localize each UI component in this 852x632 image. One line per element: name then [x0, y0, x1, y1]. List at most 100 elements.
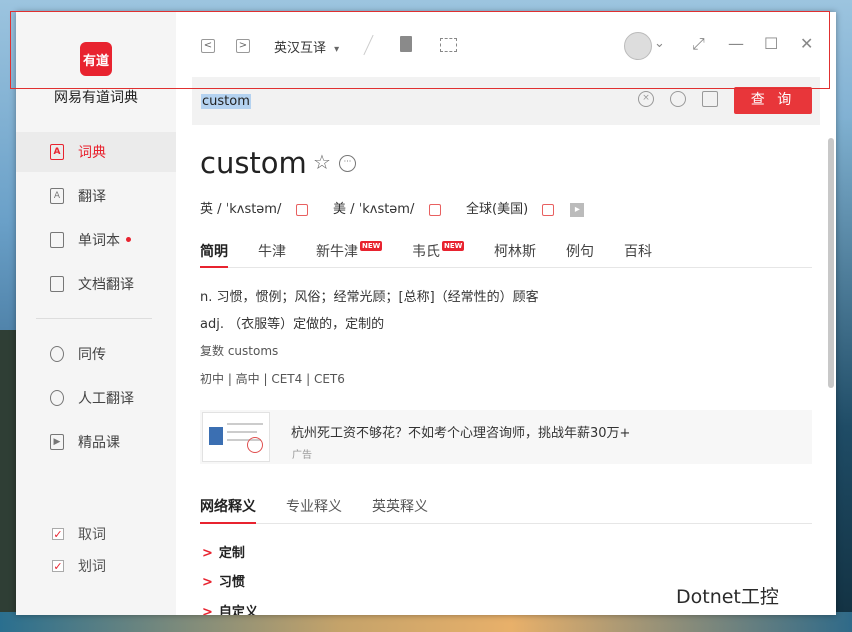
star-icon[interactable]: ☆: [313, 150, 331, 174]
tab-professional-definitions[interactable]: 专业释义: [286, 496, 342, 516]
speaker-icon[interactable]: [428, 203, 441, 216]
scrollbar[interactable]: [828, 138, 834, 388]
checkbox-check-icon: ✓: [52, 528, 64, 541]
restore-icon[interactable]: ⤢: [692, 34, 705, 54]
sidebar-item-human-translate[interactable]: 人工翻译: [16, 378, 176, 418]
sidebar-item-dictionary[interactable]: A 词典: [16, 132, 176, 172]
clear-icon[interactable]: ×: [638, 91, 654, 107]
sidebar-item-label: 同传: [78, 347, 106, 363]
phonetic-uk: 英 / ˈkʌstəm/: [200, 198, 308, 217]
checkbox-check-icon: ✓: [52, 560, 64, 573]
document-icon: [50, 276, 64, 292]
search-input[interactable]: custom: [201, 94, 251, 109]
chevron-down-icon: ▾: [334, 44, 340, 55]
notification-dot: [126, 237, 131, 242]
tab-label: 韦氏: [412, 244, 440, 260]
screenshot-icon[interactable]: [440, 38, 457, 52]
dictionary-window: 有道 网易有道词典 A 词典 A 翻译 单词本 文档翻译 同传 人工翻译 ▶ 精…: [16, 12, 836, 615]
active-tab-indicator: [200, 522, 256, 524]
search-button[interactable]: 查 询: [734, 87, 812, 114]
checkbox-label: 取词: [78, 527, 106, 543]
tab-encyclopedia[interactable]: 百科: [624, 241, 652, 261]
close-button[interactable]: ✕: [800, 34, 813, 53]
sidebar-item-wordbook[interactable]: 单词本: [16, 220, 176, 260]
play-icon[interactable]: ▸: [570, 202, 585, 217]
phonetic-label: 英 / ˈkʌstəm/: [200, 202, 282, 217]
app-name: 网易有道词典: [54, 90, 138, 106]
phonetic-us: 美 / ˈkʌstəm/: [333, 198, 441, 217]
minimize-button[interactable]: —: [728, 34, 744, 53]
human-translate-icon: [50, 390, 64, 406]
maximize-button[interactable]: ☐: [764, 34, 778, 53]
tabs-rule: [200, 267, 812, 268]
sidebar-item-document-translate[interactable]: 文档翻译: [16, 264, 176, 304]
new-badge: NEW: [442, 241, 465, 251]
chevron-right-icon: >: [202, 546, 213, 561]
forward-button[interactable]: >: [236, 39, 250, 53]
course-icon: ▶: [50, 434, 64, 450]
select-word-checkbox[interactable]: ✓ 划词: [52, 556, 182, 576]
chevron-down-icon[interactable]: ⌄: [654, 36, 665, 51]
sidebar-item-label: 文档翻译: [78, 277, 134, 293]
tab-english-definitions[interactable]: 英英释义: [372, 496, 428, 516]
watermark: Dotnet工控: [676, 586, 779, 608]
web-definition-item[interactable]: > 习惯: [202, 571, 245, 590]
ad-image-line: [227, 423, 263, 425]
speaker-icon[interactable]: [542, 203, 555, 216]
web-definition-item[interactable]: > 定制: [202, 542, 245, 561]
tab-new-oxford[interactable]: 新牛津 NEW: [316, 241, 383, 261]
app-logo: 有道: [80, 42, 112, 76]
ad-label: 广告: [292, 450, 312, 461]
translate-icon: A: [50, 188, 64, 204]
headword: custom: [200, 146, 307, 180]
wordbook-icon: [50, 232, 64, 248]
capture-word-checkbox[interactable]: ✓ 取词: [52, 524, 182, 544]
simultaneous-icon: [50, 346, 64, 362]
toolbar-divider: [363, 34, 374, 56]
notes-icon[interactable]: [400, 36, 412, 52]
web-definition-label: 自定义: [218, 605, 258, 615]
web-definition-item[interactable]: > 自定义: [202, 601, 258, 615]
definition-noun: n. 习惯，惯例；风俗；经常光顾；[总称]（经常性的）顾客: [200, 290, 539, 305]
handwriting-icon[interactable]: [702, 91, 718, 107]
tab-examples[interactable]: 例句: [566, 241, 594, 261]
sidebar-item-simultaneous[interactable]: 同传: [16, 334, 176, 374]
sidebar-item-course[interactable]: ▶ 精品课: [16, 422, 176, 462]
history-icon[interactable]: [670, 91, 686, 107]
tab-label: 新牛津: [316, 244, 358, 260]
sidebar-item-translate[interactable]: A 翻译: [16, 176, 176, 216]
sidebar-item-label: 人工翻译: [78, 391, 134, 407]
tab-collins[interactable]: 柯林斯: [494, 241, 536, 261]
ad-photo: [209, 427, 223, 445]
sidebar-item-label: 单词本: [78, 233, 120, 249]
new-badge: NEW: [360, 241, 383, 251]
plural-form: 复数 customs: [200, 344, 279, 358]
sidebar-divider: [36, 318, 152, 319]
sidebar-item-label: 翻译: [78, 189, 106, 205]
sidebar: 有道 网易有道词典 A 词典 A 翻译 单词本 文档翻译 同传 人工翻译 ▶ 精…: [16, 12, 176, 615]
tabs2-rule: [200, 523, 812, 524]
tab-concise[interactable]: 简明: [200, 241, 228, 261]
seal-icon: [247, 437, 263, 453]
advertisement[interactable]: 杭州死工资不够花？不如考个心理咨询师，挑战年薪30万+ 广告: [200, 410, 812, 464]
language-mode-dropdown[interactable]: 英汉互译 ▾: [274, 37, 339, 56]
avatar[interactable]: [624, 32, 652, 60]
checkbox-label: 划词: [78, 559, 106, 575]
speaker-icon[interactable]: [295, 203, 308, 216]
definition-adj: adj. （衣服等）定做的，定制的: [200, 317, 385, 332]
ad-image-line: [227, 431, 257, 433]
desktop-water: [0, 612, 852, 632]
tab-oxford[interactable]: 牛津: [258, 241, 286, 261]
back-button[interactable]: <: [201, 39, 215, 53]
chevron-right-icon: >: [202, 575, 213, 590]
exam-levels: 初中 | 高中 | CET4 | CET6: [200, 372, 345, 386]
tab-webster[interactable]: 韦氏 NEW: [412, 241, 465, 261]
sidebar-item-label: 词典: [78, 145, 106, 161]
ad-image: [202, 412, 270, 462]
phonetic-global: 全球(美国) ▸: [466, 198, 585, 217]
ad-title: 杭州死工资不够花？不如考个心理咨询师，挑战年薪30万+: [291, 426, 631, 441]
tab-web-definitions[interactable]: 网络释义: [200, 496, 256, 516]
search-bar: custom × 查 询: [192, 77, 820, 125]
web-definition-label: 定制: [218, 546, 245, 561]
more-icon[interactable]: ···: [339, 155, 356, 172]
